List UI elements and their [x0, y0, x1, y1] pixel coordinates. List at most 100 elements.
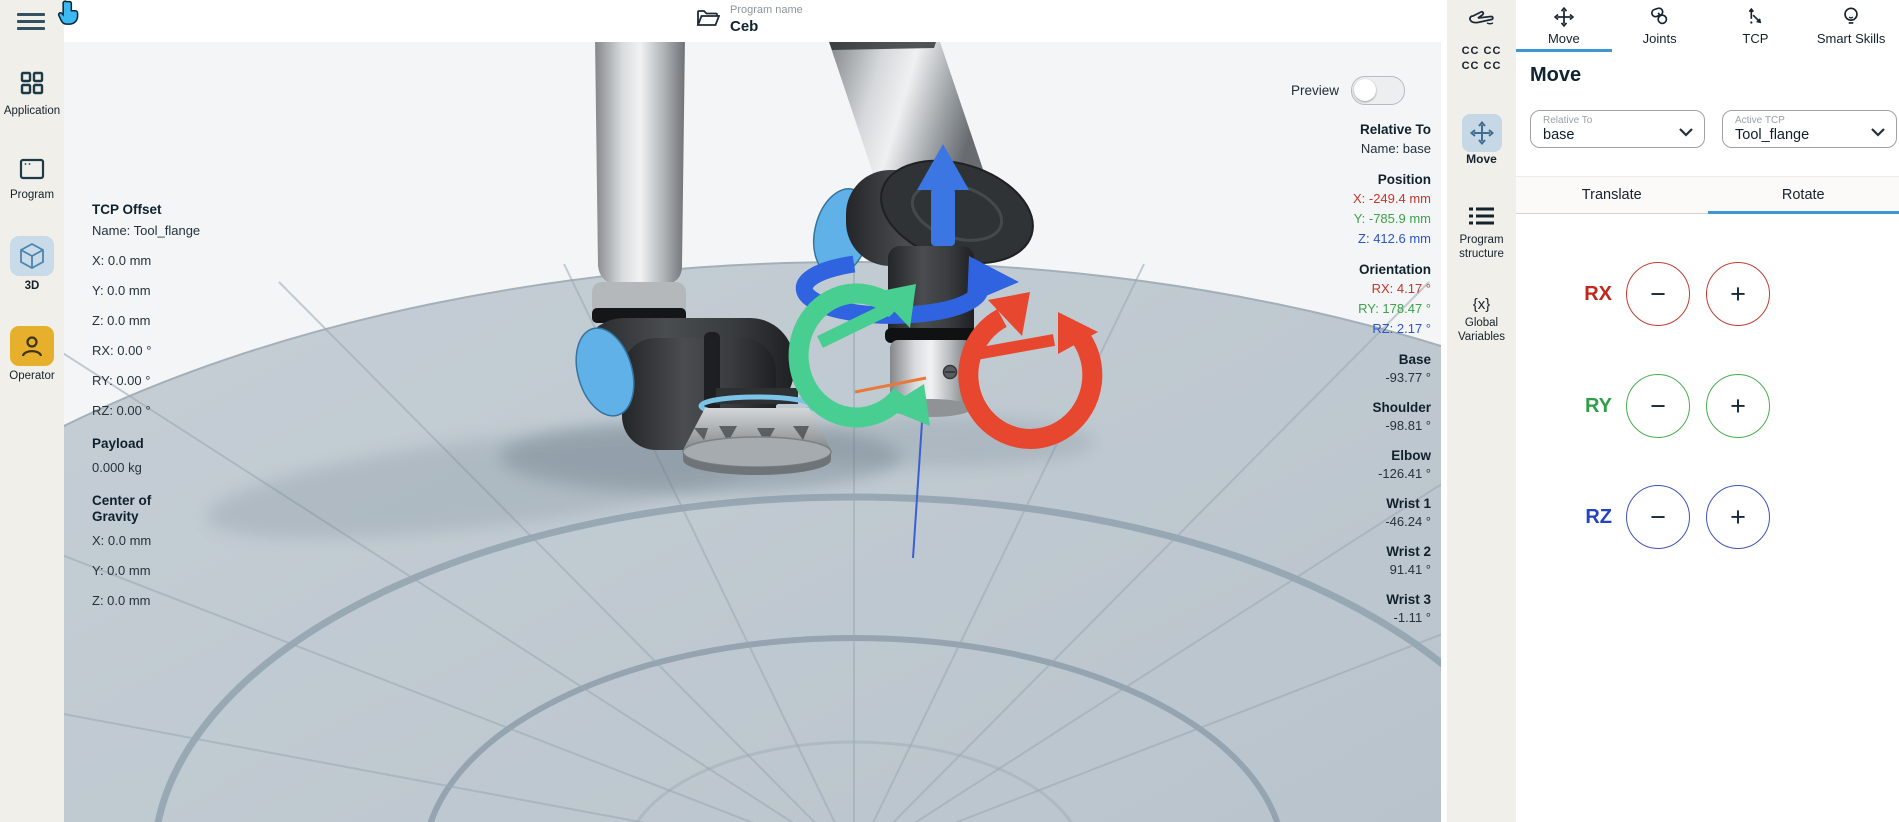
joints-icon: [1649, 6, 1671, 28]
tab-smart-skills[interactable]: Smart Skills: [1803, 0, 1899, 52]
cog-y: Y: 0.0 mm: [92, 563, 232, 578]
position-title: Position: [1201, 172, 1431, 187]
tab-rotate[interactable]: Rotate: [1708, 177, 1899, 213]
orientation-title: Orientation: [1201, 262, 1431, 277]
tab-move[interactable]: Move: [1516, 0, 1612, 52]
chevron-down-icon: [1678, 124, 1694, 142]
active-tcp-dropdown-label: Active TCP: [1735, 115, 1785, 126]
application-grid-icon: [19, 70, 45, 96]
joint-value: -46.24 °: [1201, 514, 1431, 529]
position-x: X: -249.4 mm: [1201, 191, 1431, 206]
program-name-label: Program name: [730, 4, 803, 18]
checksum-line-1: CC CC: [1447, 44, 1516, 59]
relative-to-dropdown-value: base: [1543, 127, 1574, 143]
chevron-down-icon: [1870, 124, 1886, 142]
3d-viewport[interactable]: TCP Offset Name: Tool_flange X: 0.0 mm Y…: [64, 42, 1441, 822]
checksum-line-2: CC CC: [1447, 59, 1516, 74]
tcp-offset-rz: RZ: 0.00 °: [92, 403, 232, 418]
cog-z: Z: 0.0 mm: [92, 593, 232, 608]
joint-row: Wrist 2 91.41 °: [1201, 544, 1431, 577]
joint-value: -98.81 °: [1201, 418, 1431, 433]
relative-to-title: Relative To: [1201, 122, 1431, 137]
program-name-value: Ceb: [730, 18, 803, 37]
sidebar-item-label: Program: [0, 189, 64, 201]
sidebar-item-operator[interactable]: Operator: [0, 326, 64, 382]
rz-minus-button[interactable]: −: [1626, 485, 1690, 549]
tab-tcp[interactable]: TCP: [1708, 0, 1804, 52]
rail-program-structure-label: Program structure: [1447, 232, 1516, 262]
payload-title: Payload: [92, 436, 232, 451]
sidebar-item-program[interactable]: Program: [0, 158, 64, 201]
joint-name: Base: [1201, 352, 1431, 367]
main-menu-button[interactable]: [17, 9, 45, 31]
operator-person-icon: [10, 326, 54, 366]
joint-value: 91.41 °: [1201, 562, 1431, 577]
tcp-offset-z: Z: 0.0 mm: [92, 313, 232, 328]
move-arrows-icon: [1553, 6, 1575, 28]
orientation-rx: RX: 4.17 °: [1201, 281, 1431, 296]
preview-label: Preview: [1291, 83, 1339, 98]
tcp-offset-title: TCP Offset: [92, 202, 232, 217]
rx-minus-button[interactable]: −: [1626, 262, 1690, 326]
joint-row: Base -93.77 °: [1201, 352, 1431, 385]
rz-plus-button[interactable]: +: [1706, 485, 1770, 549]
hand-guide-icon: [1467, 8, 1497, 32]
joint-row: Shoulder-98.81 °: [1201, 400, 1431, 433]
sidebar-item-label: 3D: [0, 280, 64, 292]
relative-to-dropdown[interactable]: Relative To base: [1530, 110, 1705, 148]
tab-label: Translate: [1582, 187, 1642, 203]
safety-checksum[interactable]: CC CC CC CC: [1447, 44, 1516, 74]
tcp-offset-rx: RX: 0.00 °: [92, 343, 232, 358]
panel-tab-bar: Move Joints TCP Smart Skills: [1516, 0, 1899, 52]
tab-translate[interactable]: Translate: [1516, 177, 1708, 213]
axis-label-rx: RX: [1516, 283, 1626, 306]
top-header: Program name Ceb: [64, 0, 1441, 43]
mouse-cursor-hand: [55, 0, 81, 33]
preview-control: Preview: [1291, 76, 1405, 105]
rail-item-program-structure[interactable]: Program structure: [1447, 205, 1516, 262]
rail-move-label: Move: [1447, 152, 1516, 166]
orientation-rz: RZ: 2.17 °: [1201, 321, 1431, 336]
tab-label: TCP: [1742, 31, 1768, 46]
orientation-ry: RY: 178.47 °: [1201, 301, 1431, 316]
axis-label-rz: RZ: [1516, 506, 1626, 529]
joint-name: Wrist 2: [1201, 544, 1431, 559]
joint-name: Wrist 1: [1201, 496, 1431, 511]
toggle-knob: [1354, 79, 1376, 101]
global-variables-icon: {x}: [1447, 296, 1516, 313]
panel-title: Move: [1530, 64, 1581, 87]
position-y: Y: -785.9 mm: [1201, 211, 1431, 226]
preview-toggle[interactable]: [1351, 76, 1405, 105]
move-arrows-icon: [1462, 114, 1502, 152]
tcp-offset-name: Name: Tool_flange: [92, 223, 232, 238]
rotate-row-rx: RX − +: [1516, 262, 1899, 326]
sidebar-item-application[interactable]: Application: [0, 70, 64, 117]
hand-guide-button[interactable]: [1447, 8, 1516, 37]
tcp-offset-y: Y: 0.0 mm: [92, 283, 232, 298]
joint-row: Wrist 3-1.11 °: [1201, 592, 1431, 625]
relative-to-name: Name: base: [1201, 141, 1431, 156]
cog-x: X: 0.0 mm: [92, 533, 232, 548]
payload-value: 0.000 kg: [92, 460, 232, 475]
joint-value: -126.41 °: [1201, 466, 1431, 481]
ry-plus-button[interactable]: +: [1706, 374, 1770, 438]
tcp-icon: [1744, 6, 1766, 28]
program-name-block[interactable]: Program name Ceb: [696, 4, 803, 37]
rail-item-global-variables[interactable]: {x} Global Variables: [1447, 296, 1516, 345]
joint-value: -93.77 °: [1201, 370, 1431, 385]
tab-label: Rotate: [1782, 187, 1825, 203]
ry-minus-button[interactable]: −: [1626, 374, 1690, 438]
rail-item-move[interactable]: Move: [1447, 114, 1516, 166]
tab-joints[interactable]: Joints: [1612, 0, 1708, 52]
tool-rail: CC CC CC CC Move Program structure {x} G…: [1447, 0, 1516, 822]
active-tcp-dropdown-value: Tool_flange: [1735, 127, 1809, 143]
move-panel: Move Joints TCP Smart Skills: [1516, 0, 1899, 822]
pose-info-panel: Relative To Name: base Position X: -249.…: [1201, 122, 1431, 640]
joint-row: Wrist 1 -46.24 °: [1201, 496, 1431, 529]
tcp-offset-panel: TCP Offset Name: Tool_flange X: 0.0 mm Y…: [92, 202, 232, 623]
axis-label-ry: RY: [1516, 395, 1626, 418]
rx-plus-button[interactable]: +: [1706, 262, 1770, 326]
sidebar-item-3d[interactable]: 3D: [0, 236, 64, 292]
active-tcp-dropdown[interactable]: Active TCP Tool_flange: [1722, 110, 1897, 148]
center-of-gravity-title: Center of Gravity: [92, 493, 176, 524]
